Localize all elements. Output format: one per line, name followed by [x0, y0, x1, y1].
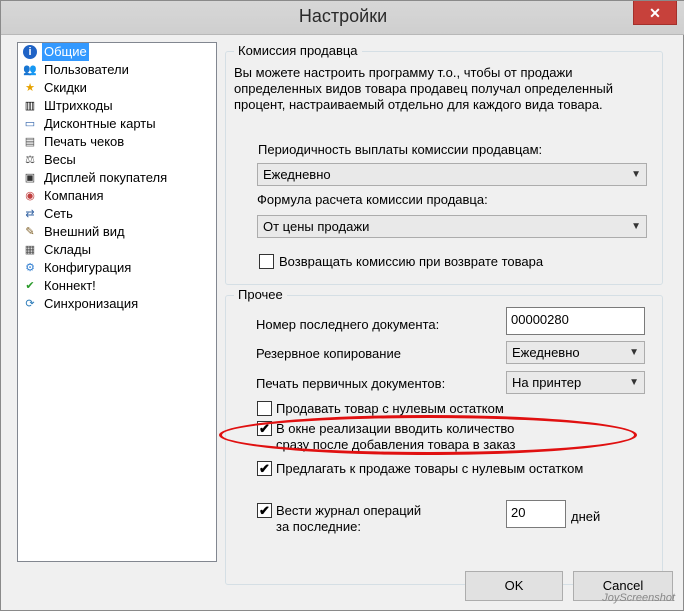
sidebar-item-label: Штрихкоды [44, 98, 113, 113]
chevron-down-icon: ▼ [629, 377, 639, 388]
journal-checkbox[interactable]: ✔ [257, 503, 272, 518]
sidebar-item-scales[interactable]: ⚖ Весы [18, 151, 216, 169]
enter-qty-checkbox[interactable]: ✔ [257, 421, 272, 436]
card-icon: ▭ [24, 118, 36, 130]
sidebar-item-company[interactable]: ◉ Компания [18, 187, 216, 205]
formula-select-value: От цены продажи [263, 219, 370, 234]
sidebar-item-label: Сеть [44, 206, 73, 221]
sidebar-item-sync[interactable]: ⟳ Синхронизация [18, 295, 216, 313]
last-doc-label: Номер последнего документа: [256, 317, 440, 332]
zero-stock-label: Продавать товар с нулевым остатком [276, 401, 504, 416]
sidebar-item-label: Внешний вид [44, 224, 125, 239]
sidebar-item-label: Компания [44, 188, 104, 203]
zero-stock-checkbox[interactable] [257, 401, 272, 416]
barcode-icon: ▥ [24, 100, 36, 112]
sidebar-item-label: Дисконтные карты [44, 116, 156, 131]
sidebar-item-label: Печать чеков [44, 134, 125, 149]
sidebar-item-label: Синхронизация [44, 296, 139, 311]
backup-select[interactable]: Ежедневно ▼ [506, 341, 645, 364]
sidebar-item-star[interactable]: ★ Скидки [18, 79, 216, 97]
print-docs-label: Печать первичных документов: [256, 376, 446, 391]
star-icon: ★ [25, 82, 35, 94]
sidebar-item-info[interactable]: i Общие [18, 43, 216, 61]
warehouse-icon: ▦ [24, 244, 36, 256]
chevron-down-icon: ▼ [631, 221, 641, 232]
enter-qty-label: В окне реализации вводить количество сра… [276, 421, 515, 453]
offer-zero-stock-label: Предлагать к продаже товары с нулевым ос… [276, 461, 584, 476]
refund-commission-checkbox[interactable] [259, 254, 274, 269]
dialog-content: i Общие 👥 Пользователи ★ Скидки ▥ Штрихкоды ▭ Дис… [7, 35, 679, 605]
scales-icon: ⚖ [25, 154, 35, 166]
close-button[interactable]: ✕ [633, 1, 677, 25]
sidebar-item-config[interactable]: ⚙ Конфигурация [18, 259, 216, 277]
commission-group-title: Комиссия продавца [234, 43, 362, 58]
sidebar-item-connect[interactable]: ✔ Коннект! [18, 277, 216, 295]
title-bar[interactable]: Настройки ✕ [1, 1, 684, 35]
enter-qty-label-line2: сразу после добавления товара в заказ [276, 437, 516, 452]
journal-label: Вести журнал операций за последние: [276, 503, 421, 535]
backup-label: Резервное копирование [256, 346, 401, 361]
offer-zero-stock-checkbox[interactable]: ✔ [257, 461, 272, 476]
backup-select-value: Ежедневно [512, 345, 580, 360]
sidebar-item-receipt[interactable]: ▤ Печать чеков [18, 133, 216, 151]
users-icon: 👥 [23, 64, 37, 76]
print-docs-select[interactable]: На принтер ▼ [506, 371, 645, 394]
receipt-icon: ▤ [24, 136, 36, 148]
network-icon: ⇄ [25, 208, 35, 220]
appearance-icon: ✎ [25, 226, 35, 238]
settings-window: Настройки ✕ i Общие 👥 Пользователи ★ Скидки ▥ Ш… [0, 0, 684, 611]
close-icon: ✕ [649, 5, 661, 21]
formula-label: Формула расчета комиссии продавца: [257, 192, 488, 207]
period-select[interactable]: Ежедневно ▼ [257, 163, 647, 186]
sidebar-item-label: Общие [42, 43, 89, 61]
other-group-title: Прочее [234, 287, 287, 302]
journal-days-field[interactable]: 20 [506, 500, 566, 528]
sidebar-item-label: Конфигурация [44, 260, 132, 275]
sidebar-item-network[interactable]: ⇄ Сеть [18, 205, 216, 223]
journal-label-line1: Вести журнал операций [276, 503, 422, 518]
commission-description: Вы можете настроить программу т.о., чтоб… [234, 65, 614, 112]
period-label: Периодичность выплаты комиссии продавцам… [258, 142, 543, 157]
period-select-value: Ежедневно [263, 167, 331, 182]
watermark: JoyScreenshot [602, 592, 675, 604]
sidebar-item-barcode[interactable]: ▥ Штрихкоды [18, 97, 216, 115]
ok-button[interactable]: OK [465, 571, 563, 601]
config-icon: ⚙ [25, 262, 35, 274]
connect-icon: ✔ [25, 280, 35, 292]
journal-days-unit: дней [571, 509, 601, 524]
last-doc-field[interactable]: 00000280 [506, 307, 645, 335]
settings-category-list[interactable]: i Общие 👥 Пользователи ★ Скидки ▥ Штрихкоды ▭ Дис… [17, 42, 217, 562]
sidebar-item-label: Дисплей покупателя [44, 170, 168, 185]
info-icon: i [23, 45, 37, 59]
sidebar-item-warehouse[interactable]: ▦ Склады [18, 241, 216, 259]
sidebar-item-label: Пользователи [44, 62, 129, 77]
sidebar-item-label: Весы [44, 152, 76, 167]
formula-select[interactable]: От цены продажи ▼ [257, 215, 647, 238]
chevron-down-icon: ▼ [631, 169, 641, 180]
sync-icon: ⟳ [25, 298, 35, 310]
refund-commission-label: Возвращать комиссию при возврате товара [279, 254, 544, 269]
enter-qty-label-line1: В окне реализации вводить количество [276, 421, 515, 436]
sidebar-item-card[interactable]: ▭ Дисконтные карты [18, 115, 216, 133]
sidebar-item-label: Коннект! [44, 278, 96, 293]
journal-label-line2: за последние: [276, 519, 361, 534]
sidebar-item-label: Скидки [44, 80, 87, 95]
sidebar-item-users[interactable]: 👥 Пользователи [18, 61, 216, 79]
display-icon: ▣ [24, 172, 36, 184]
sidebar-item-label: Склады [44, 242, 91, 257]
chevron-down-icon: ▼ [629, 347, 639, 358]
print-docs-select-value: На принтер [512, 375, 582, 390]
company-icon: ◉ [25, 190, 35, 202]
window-title: Настройки [298, 6, 388, 26]
sidebar-item-display[interactable]: ▣ Дисплей покупателя [18, 169, 216, 187]
sidebar-item-appearance[interactable]: ✎ Внешний вид [18, 223, 216, 241]
